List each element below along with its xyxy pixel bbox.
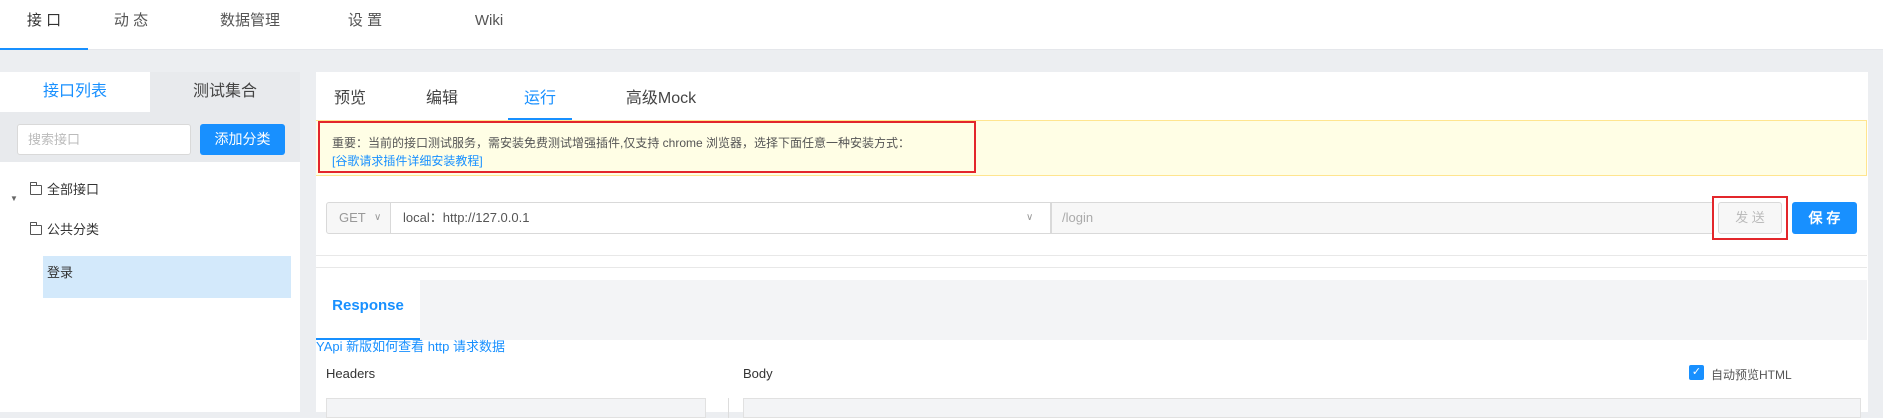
nav-tab-data-management[interactable]: 数据管理 [196, 0, 304, 50]
send-highlight-box [1712, 196, 1788, 240]
section-divider [316, 256, 1867, 268]
tab-preview[interactable]: 预览 [318, 72, 382, 120]
panel-divider[interactable] [728, 398, 729, 418]
nav-tab-activity[interactable]: 动 态 [88, 0, 174, 50]
auto-preview-label: 自动预览HTML [1711, 368, 1792, 382]
path-input[interactable]: /login [1051, 202, 1714, 234]
tree-item-all-label: 全部接口 [47, 182, 100, 197]
folder-icon [30, 222, 42, 235]
body-label: Body [743, 366, 773, 381]
tab-response[interactable]: Response [316, 280, 420, 340]
save-button[interactable]: 保 存 [1792, 202, 1857, 234]
sidebar: 接口列表 测试集合 搜索接口 添加分类 全部接口 ▼ 公共分类 [0, 72, 300, 412]
auto-preview-checkbox[interactable]: ✓ [1689, 365, 1704, 380]
tree-item-public-category-label: 公共分类 [47, 222, 100, 237]
tab-run[interactable]: 运行 [508, 72, 572, 120]
sidebar-search-row: 搜索接口 添加分类 [0, 112, 300, 162]
top-nav: 接 口 动 态 数据管理 设 置 Wiki [0, 0, 1883, 50]
main-panel: 预览 编辑 运行 高级Mock 重要：当前的接口测试服务，需安装免费测试增强插件… [316, 72, 1883, 418]
response-tab-bar [316, 280, 1867, 340]
chevron-down-icon: ∨ [1026, 212, 1034, 223]
chevron-down-icon: ∨ [374, 212, 382, 223]
tab-test-collection[interactable]: 测试集合 [150, 72, 300, 112]
tree-item-login-label: 登录 [47, 265, 74, 280]
add-category-button[interactable]: 添加分类 [200, 124, 285, 155]
install-guide-link[interactable]: [谷歌请求插件详细安装教程] [332, 152, 483, 169]
notice-text: 重要：当前的接口测试服务，需安装免费测试增强插件,仅支持 chrome 浏览器，… [332, 136, 911, 150]
sidebar-tabs: 接口列表 测试集合 [0, 72, 300, 112]
right-gutter [1868, 72, 1883, 412]
folder-icon [30, 182, 42, 195]
nav-tab-interface[interactable]: 接 口 [0, 0, 88, 50]
env-select[interactable]: local：http://127.0.0.1 [391, 202, 1051, 234]
tree-item-all[interactable]: 全部接口 [30, 178, 99, 202]
search-input[interactable]: 搜索接口 [17, 124, 191, 155]
headers-label: Headers [326, 366, 376, 381]
headers-panel [326, 398, 706, 418]
nav-tab-wiki[interactable]: Wiki [445, 0, 533, 50]
tab-interface-list[interactable]: 接口列表 [0, 72, 150, 112]
tab-edit[interactable]: 编辑 [410, 72, 474, 120]
nav-tab-settings[interactable]: 设 置 [325, 0, 405, 50]
tab-advanced-mock[interactable]: 高级Mock [606, 72, 716, 120]
body-panel [743, 398, 1861, 418]
tree-item-login[interactable]: 登录 [43, 256, 291, 298]
tree-item-public-category[interactable]: 公共分类 [30, 218, 99, 242]
caret-down-icon[interactable]: ▼ [10, 194, 18, 203]
how-to-view-request-link[interactable]: YApi 新版如何查看 http 请求数据 [316, 336, 505, 355]
